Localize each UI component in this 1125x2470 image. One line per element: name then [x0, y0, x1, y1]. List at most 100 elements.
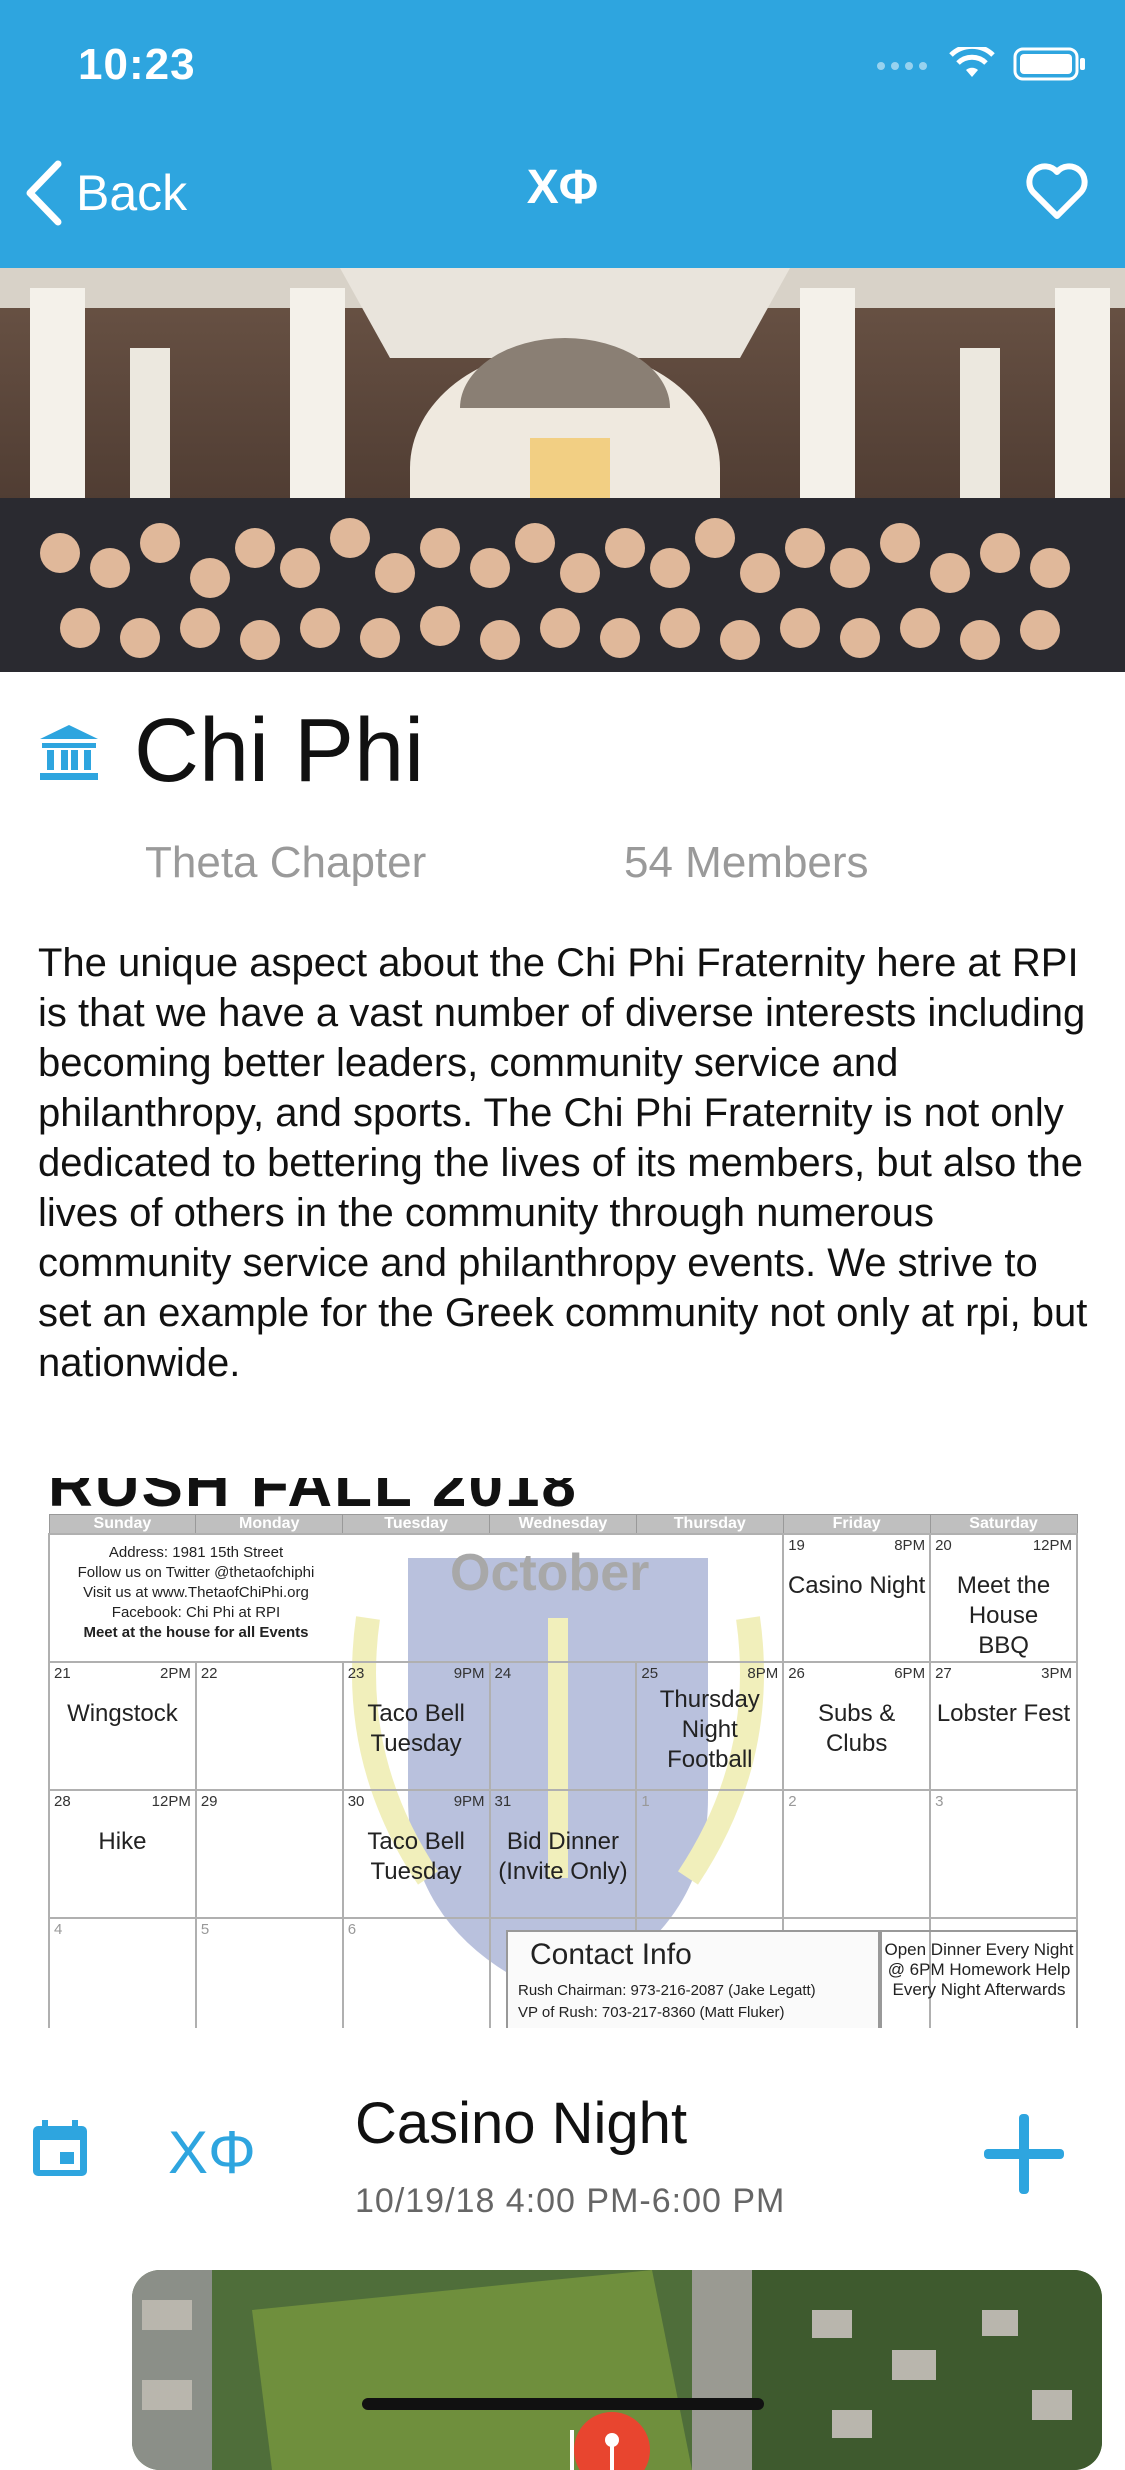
- address-line: Follow us on Twitter @thetaofchiphi: [77, 1564, 315, 1581]
- page-title: ΧΦ: [526, 161, 599, 214]
- event-label: Taco Bell Tuesday: [367, 1828, 465, 1885]
- calendar-day: 29: [194, 1789, 344, 1919]
- day-number: 21: [54, 1665, 71, 1682]
- day-number: 27: [935, 1665, 952, 1682]
- event-location-map[interactable]: [132, 2270, 1102, 2470]
- contact-line: Rush Chairman: 973-216-2087 (Jake Legatt…: [518, 1982, 816, 1999]
- day-number: 5: [200, 1921, 210, 1938]
- calendar-day: 23 9PM Taco Bell Tuesday: [341, 1661, 491, 1791]
- calendar-icon: [33, 2120, 87, 2176]
- day-number: 1: [641, 1793, 650, 1810]
- calendar-day: 25 8PM Thursday Night Football: [635, 1661, 785, 1791]
- day-number: 30: [347, 1793, 365, 1810]
- day-number: 6: [347, 1921, 357, 1938]
- event-label: Meet the House BBQ: [956, 1572, 1051, 1659]
- calendar-day: 28 12PM Hike: [48, 1789, 197, 1919]
- rush-flyer: RUSH FALL 2018 Sunday Monday Tuesday Wed…: [48, 1478, 1078, 2028]
- calendar-day: 2: [782, 1789, 932, 1919]
- event-time: 9PM: [453, 1665, 485, 1682]
- contact-title: Contact Info: [530, 1938, 692, 1971]
- event-time: 12PM: [1032, 1537, 1072, 1554]
- open-dinner-note: Open Dinner Every Night @ 6PM Homework H…: [880, 1930, 1078, 2028]
- day-header: Tuesday: [342, 1514, 491, 1535]
- organization-logo: ΧΦ: [168, 2119, 256, 2186]
- day-header: Monday: [195, 1514, 344, 1535]
- home-indicator[interactable]: [362, 2398, 764, 2410]
- event-label: Subs & Clubs: [817, 1700, 896, 1757]
- day-number: 25: [641, 1665, 659, 1682]
- flyer-address: Address: 1981 15th Street Follow us on T…: [56, 1543, 336, 1643]
- day-number: 20: [935, 1537, 952, 1554]
- calendar-day: 5: [194, 1917, 344, 2028]
- status-time: 10:23: [78, 40, 196, 89]
- calendar-day: 21 2PM Wingstock: [48, 1661, 197, 1791]
- member-count: 54 Members: [624, 838, 869, 887]
- event-title: Casino Night: [355, 2091, 688, 2156]
- event-time: 12PM: [151, 1793, 191, 1810]
- day-header: Friday: [782, 1514, 931, 1535]
- event-time: 6PM: [894, 1665, 926, 1682]
- calendar-day: 31 Bid Dinner (Invite Only): [488, 1789, 638, 1919]
- favorite-button[interactable]: [1025, 162, 1089, 225]
- day-number: 31: [494, 1793, 512, 1810]
- map-pin-icon: [574, 2412, 650, 2470]
- contact-line: VP of Rush: 703-217-8360 (Matt Fluker): [518, 2004, 785, 2021]
- address-line: Meet at the house for all Events: [83, 1624, 309, 1641]
- calendar-day: 3: [929, 1789, 1078, 1919]
- day-number: 26: [788, 1665, 805, 1682]
- status-icons: [875, 46, 1087, 82]
- event-label: Wingstock: [67, 1700, 178, 1727]
- address-line: Facebook: Chi Phi at RPI: [111, 1604, 281, 1621]
- day-number: 22: [200, 1665, 218, 1682]
- calendar-day: 20 12PM Meet the House BBQ: [929, 1533, 1078, 1663]
- chapter-name: Theta Chapter: [145, 838, 427, 887]
- contact-info-box: Contact Info Rush Chairman: 973-216-2087…: [506, 1930, 880, 2028]
- day-number: 28: [54, 1793, 71, 1810]
- calendar-day: 30 9PM Taco Bell Tuesday: [341, 1789, 491, 1919]
- organization-header: Chi Phi: [38, 700, 424, 803]
- event-item[interactable]: ΧΦ Casino Night 10/19/18 4:00 PM-6:00 PM: [0, 2070, 1125, 2240]
- event-label: Bid Dinner (Invite Only): [498, 1828, 628, 1885]
- event-label: Taco Bell Tuesday: [367, 1700, 465, 1757]
- day-number: 29: [200, 1793, 218, 1810]
- institution-icon: [40, 724, 98, 780]
- chapter-group-photo: [0, 268, 1125, 672]
- calendar-day: 22: [194, 1661, 344, 1791]
- event-time: 8PM: [894, 1537, 926, 1554]
- event-datetime: 10/19/18 4:00 PM-6:00 PM: [355, 2182, 786, 2220]
- event-time: 9PM: [453, 1793, 485, 1810]
- organization-name: Chi Phi: [134, 701, 425, 801]
- flyer-info-cell: Address: 1981 15th Street Follow us on T…: [48, 1533, 785, 1663]
- calendar-day: 24: [488, 1661, 638, 1791]
- event-label: Thursday Night Football: [659, 1686, 760, 1773]
- address-line: Visit us at www.ThetaofChiPhi.org: [83, 1584, 309, 1601]
- battery-icon: [1013, 47, 1085, 81]
- day-number: 2: [788, 1793, 797, 1810]
- event-label: Lobster Fest: [936, 1700, 1071, 1727]
- calendar-day: 27 3PM Lobster Fest: [929, 1661, 1078, 1791]
- address-line: Address: 1981 15th Street: [108, 1544, 284, 1561]
- month-label: October: [450, 1544, 650, 1602]
- day-header: Saturday: [929, 1514, 1078, 1535]
- organization-description: The unique aspect about the Chi Phi Frat…: [38, 941, 1088, 1385]
- add-icon[interactable]: [980, 2110, 1068, 2198]
- calendar-day: 1: [635, 1789, 785, 1919]
- wifi-icon: [949, 47, 995, 77]
- calendar-day: 26 6PM Subs & Clubs: [782, 1661, 932, 1791]
- event-label: Hike: [98, 1828, 147, 1855]
- day-header: Thursday: [635, 1514, 784, 1535]
- day-number: 23: [347, 1665, 365, 1682]
- calendar-day: 6: [341, 1917, 491, 2028]
- event-time: 8PM: [747, 1665, 779, 1682]
- day-header: Wednesday: [489, 1514, 637, 1535]
- day-header: Sunday: [48, 1514, 197, 1535]
- event-time: 3PM: [1041, 1665, 1072, 1682]
- event-label: Casino Night: [787, 1572, 926, 1599]
- day-number: 24: [494, 1665, 512, 1682]
- event-time: 2PM: [160, 1665, 191, 1682]
- calendar-day: 4: [48, 1917, 197, 2028]
- day-number: 4: [54, 1921, 63, 1938]
- navigation-bar: 10:23 Back ΧΦ: [0, 0, 1125, 268]
- heart-icon: [1026, 163, 1088, 219]
- signal-icon: [877, 62, 927, 70]
